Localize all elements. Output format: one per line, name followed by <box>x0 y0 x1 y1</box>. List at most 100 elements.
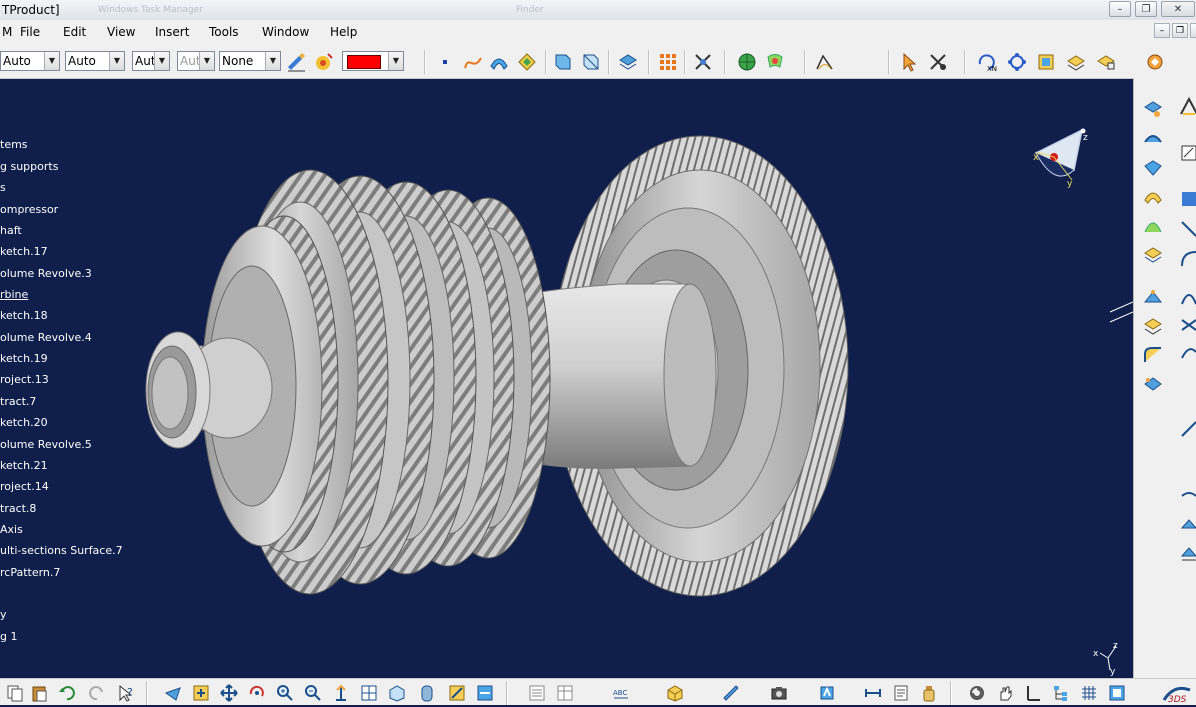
zoom-out-icon[interactable] <box>304 684 322 702</box>
catalog-icon[interactable] <box>1036 52 1056 72</box>
join-icon[interactable] <box>618 52 638 72</box>
macro-icon[interactable] <box>1145 52 1165 72</box>
transparency-combo[interactable]: Auto ▼ <box>65 51 125 71</box>
output-feature-icon[interactable] <box>1178 142 1196 164</box>
surface-icon[interactable] <box>1178 486 1196 508</box>
measure-icon[interactable] <box>722 684 740 702</box>
hide-show-icon[interactable] <box>448 684 466 702</box>
line-2-icon[interactable] <box>1178 418 1196 440</box>
sweep-icon[interactable] <box>1142 244 1164 266</box>
zoom-in-icon[interactable] <box>276 684 294 702</box>
tree-item-volume-revolve-4[interactable]: olume Revolve.4 <box>0 331 92 344</box>
revolve-icon[interactable] <box>1142 186 1164 208</box>
tree-item-sketch-19[interactable]: ketch.19 <box>0 352 48 365</box>
redo-icon[interactable] <box>88 684 106 702</box>
extrude-surface-icon[interactable] <box>489 52 509 72</box>
pan-icon[interactable] <box>220 684 238 702</box>
tree-item-supports[interactable]: g supports <box>0 160 58 173</box>
layer-icon[interactable] <box>528 684 546 702</box>
help-icon[interactable]: ? <box>118 684 136 702</box>
grid-icon[interactable] <box>1178 188 1196 210</box>
menu-item-file[interactable]: File <box>20 25 40 39</box>
rotate-icon[interactable] <box>248 684 266 702</box>
globe-icon[interactable] <box>737 52 757 72</box>
offset-icon[interactable] <box>1142 288 1164 310</box>
clipboard-icon[interactable] <box>892 684 910 702</box>
dimension-icon[interactable] <box>864 684 882 702</box>
chevron-down-icon[interactable]: ▼ <box>109 52 124 70</box>
sphere-icon[interactable] <box>1142 216 1164 238</box>
split-icon[interactable] <box>553 52 573 72</box>
analysis-icon[interactable] <box>765 52 785 72</box>
thickness-combo[interactable]: Aut ▼ <box>177 51 215 71</box>
multi-view-icon[interactable] <box>360 684 378 702</box>
select-arrow-icon[interactable] <box>900 52 920 72</box>
tree-item-axis[interactable]: Axis <box>0 523 23 536</box>
tree-item-multi-sections-surface-7[interactable]: ulti-sections Surface.7 <box>0 544 123 557</box>
tree-item-shaft[interactable]: haft <box>0 224 22 237</box>
pattern-icon[interactable] <box>658 52 678 72</box>
swap-axes-icon[interactable]: XN <box>977 52 997 72</box>
undo-icon[interactable] <box>58 684 76 702</box>
minimize-icon[interactable]: – <box>1109 1 1131 17</box>
connect-icon[interactable] <box>1178 342 1196 364</box>
tree-item-turbine[interactable]: rbine <box>0 288 28 301</box>
tree-item-sketch-18[interactable]: ketch.18 <box>0 309 48 322</box>
tree-item-project-14[interactable]: roject.14 <box>0 480 49 493</box>
tree-item-extract-8[interactable]: tract.8 <box>0 502 36 515</box>
hand-icon[interactable] <box>996 684 1014 702</box>
restore-icon[interactable]: ❐ <box>1135 1 1157 17</box>
tree-item-sketch-20[interactable]: ketch.20 <box>0 416 48 429</box>
snap-icon[interactable] <box>928 52 948 72</box>
trim-icon[interactable] <box>581 52 601 72</box>
tree-item-y[interactable]: y <box>0 608 7 621</box>
3d-part-icon[interactable] <box>666 684 684 702</box>
wireframe-point-icon[interactable] <box>1142 98 1164 120</box>
blend-icon[interactable] <box>1178 248 1196 270</box>
fly-mode-icon[interactable] <box>164 684 182 702</box>
menu-item-m[interactable]: M <box>2 25 12 39</box>
extract-icon[interactable] <box>1178 542 1196 564</box>
fillet-icon[interactable] <box>1142 344 1164 366</box>
shading-icon[interactable] <box>418 684 436 702</box>
tools-icon[interactable] <box>693 52 713 72</box>
fit-all-icon[interactable] <box>192 684 210 702</box>
material-icon[interactable] <box>314 52 334 72</box>
point-icon[interactable] <box>435 52 455 72</box>
tree-item-sketch-17[interactable]: ketch.17 <box>0 245 48 258</box>
tree-item-volume-revolve-3[interactable]: olume Revolve.3 <box>0 267 92 280</box>
swap-visible-icon[interactable] <box>476 684 494 702</box>
translate-icon[interactable] <box>1142 372 1164 394</box>
iso-view-icon[interactable] <box>388 684 406 702</box>
part-icon[interactable] <box>1066 52 1086 72</box>
catalog-browser-icon[interactable] <box>1108 684 1126 702</box>
sketch-curve-icon[interactable] <box>815 52 835 72</box>
arrow-diagonal-icon[interactable] <box>1178 218 1196 240</box>
chevron-down-icon[interactable]: ▼ <box>154 52 169 70</box>
bottle-icon[interactable] <box>920 684 938 702</box>
tree-item-sketch-21[interactable]: ketch.21 <box>0 459 48 472</box>
color-combo[interactable]: ▼ <box>342 51 404 71</box>
line-icon[interactable] <box>1142 128 1164 150</box>
fill-surface-icon[interactable] <box>517 52 537 72</box>
mdi-minimize-icon[interactable]: – <box>1154 23 1170 38</box>
tree-item-extract-7[interactable]: tract.7 <box>0 395 36 408</box>
3d-viewport[interactable]: x y z z x y <box>0 78 1133 678</box>
tree-item-compressor[interactable]: ompressor <box>0 203 58 216</box>
paste-icon[interactable] <box>30 684 48 702</box>
update-icon[interactable] <box>818 684 836 702</box>
spline-icon[interactable] <box>463 52 483 72</box>
grid-snap-icon[interactable] <box>1080 684 1098 702</box>
menu-item-insert[interactable]: Insert <box>155 25 189 39</box>
extrude-icon[interactable] <box>1142 156 1164 178</box>
chevron-down-icon[interactable]: ▼ <box>44 52 59 70</box>
axis-system-icon[interactable] <box>1024 684 1042 702</box>
table-icon[interactable] <box>556 684 574 702</box>
product-icon[interactable] <box>1096 52 1116 72</box>
intersect-icon[interactable] <box>1178 314 1196 336</box>
chevron-down-icon[interactable]: ▼ <box>265 52 280 70</box>
tree-item-s[interactable]: s <box>0 181 6 194</box>
curve-icon[interactable] <box>1178 286 1196 308</box>
menu-item-view[interactable]: View <box>107 25 135 39</box>
menu-item-window[interactable]: Window <box>262 25 309 39</box>
